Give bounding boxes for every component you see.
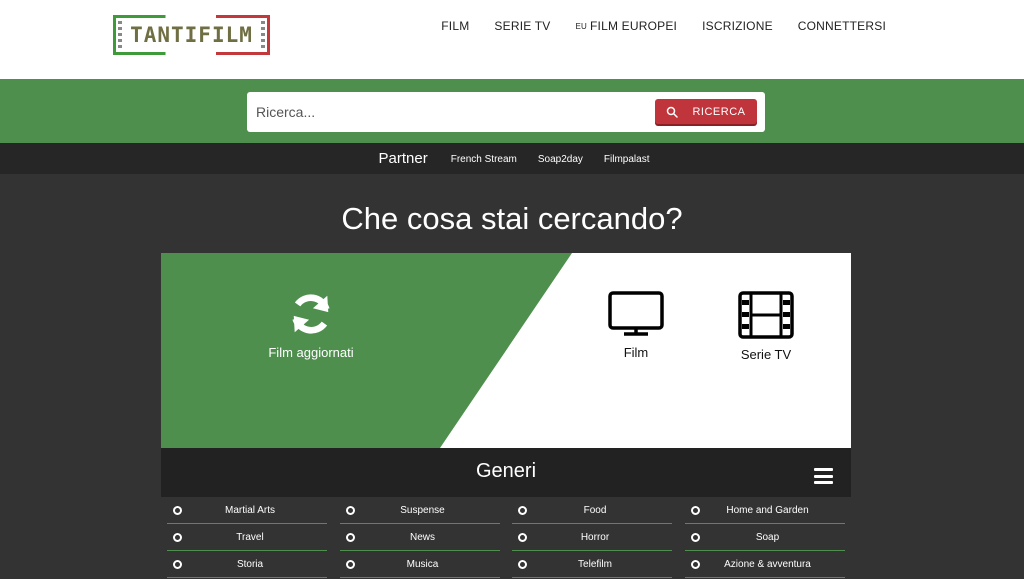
genre-row: Travel News Horror Soap xyxy=(161,524,851,551)
genre-item[interactable]: Travel xyxy=(167,524,327,551)
search-button[interactable]: RICERCA xyxy=(655,99,757,124)
nav-connettersi[interactable]: CONNETTERSI xyxy=(798,19,886,33)
circle-icon xyxy=(518,533,527,542)
nav-iscrizione[interactable]: ISCRIZIONE xyxy=(702,19,773,33)
search-input[interactable] xyxy=(256,99,636,125)
genre-item[interactable]: Horror xyxy=(512,524,672,551)
category-updated-label: Film aggiornati xyxy=(268,345,354,360)
category-serie-tv[interactable]: Serie TV xyxy=(731,291,801,362)
nav-serie-tv[interactable]: SERIE TV xyxy=(494,19,550,33)
category-film[interactable]: Film xyxy=(606,291,666,360)
category-panel: Film aggiornati Film Serie TV xyxy=(161,253,851,448)
genre-item[interactable]: Food xyxy=(512,497,672,524)
genre-row: Storia Musica Telefilm Azione & avventur… xyxy=(161,551,851,578)
genre-item[interactable]: Telefilm xyxy=(512,551,672,578)
genre-item[interactable]: Suspense xyxy=(339,497,500,524)
nav-film[interactable]: FILM xyxy=(441,19,469,33)
monitor-icon xyxy=(608,291,664,336)
refresh-icon xyxy=(292,294,330,334)
partner-title: Partner xyxy=(378,150,428,167)
circle-icon xyxy=(690,560,700,569)
main-nav: FILM SERIE TV EU FILM EUROPEI ISCRIZIONE… xyxy=(441,19,886,33)
circle-icon xyxy=(345,560,355,569)
genre-row: Martial Arts Suspense Food Home and Gard… xyxy=(161,497,851,524)
search-icon xyxy=(667,106,679,118)
circle-icon xyxy=(518,560,527,569)
circle-icon xyxy=(345,506,355,515)
circle-icon xyxy=(690,506,700,515)
circle-icon xyxy=(173,533,182,542)
hamburger-menu-icon[interactable] xyxy=(814,468,833,484)
site-logo[interactable]: TANTIFILM xyxy=(113,15,270,55)
nav-film-europei[interactable]: EU FILM EUROPEI xyxy=(576,19,678,33)
partner-link-soap2day[interactable]: Soap2day xyxy=(538,154,583,165)
genre-item[interactable]: News xyxy=(339,524,500,551)
search-button-label: RICERCA xyxy=(692,105,746,118)
category-serie-label: Serie TV xyxy=(740,347,792,362)
circle-icon xyxy=(690,533,700,542)
logo-text: TANTIFILM xyxy=(130,23,253,47)
genre-item[interactable]: Soap xyxy=(684,524,845,551)
circle-icon xyxy=(518,506,527,515)
site-header: TANTIFILM FILM SERIE TV EU FILM EUROPEI … xyxy=(0,0,1024,79)
genre-item[interactable]: Musica xyxy=(339,551,500,578)
category-film-label: Film xyxy=(623,345,649,360)
partner-link-filmpalast[interactable]: Filmpalast xyxy=(604,154,650,165)
genre-item[interactable]: Martial Arts xyxy=(167,497,327,524)
category-updated-films[interactable]: Film aggiornati xyxy=(261,291,361,360)
partner-link-french-stream[interactable]: French Stream xyxy=(451,154,517,165)
circle-icon xyxy=(173,506,182,515)
genres-list: Martial Arts Suspense Food Home and Gard… xyxy=(161,497,851,578)
genre-item[interactable]: Azione & avventura xyxy=(684,551,845,578)
genres-header: Generi xyxy=(161,448,851,497)
genre-item[interactable]: Storia xyxy=(167,551,327,578)
film-strip-icon xyxy=(738,291,794,339)
genre-item[interactable]: Home and Garden xyxy=(684,497,845,524)
search-box: RICERCA xyxy=(247,92,765,132)
circle-icon xyxy=(173,560,182,569)
page-title: Che cosa stai cercando? xyxy=(341,201,683,236)
genres-title: Generi xyxy=(475,460,537,482)
search-band: RICERCA xyxy=(0,79,1024,143)
partner-bar: Partner French Stream Soap2day Filmpalas… xyxy=(0,143,1024,174)
eu-flag-icon: EU xyxy=(575,21,588,31)
circle-icon xyxy=(345,533,355,542)
